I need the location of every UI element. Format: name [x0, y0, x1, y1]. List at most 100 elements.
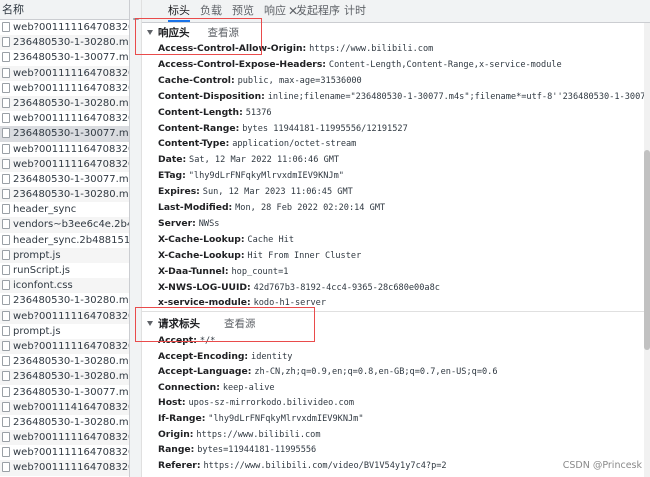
file-icon: [2, 128, 10, 139]
file-icon: [2, 204, 10, 215]
request-name: runScript.js: [13, 265, 70, 276]
tab-headers[interactable]: 标头: [168, 0, 190, 22]
request-row[interactable]: 236480530-1-30077.m4s?e=ig: [0, 50, 129, 65]
request-row[interactable]: vendors~b3ee6c4e.2b488151.: [0, 217, 129, 233]
header-row: Content-Length: 51376: [158, 105, 272, 121]
request-name: 236480530-1-30280.m4s?e=ig: [13, 356, 129, 368]
request-headers-section-header[interactable]: 请求标头 查看源: [142, 315, 650, 334]
header-name: Last-Modified:: [158, 202, 233, 213]
header-name: ETag:: [158, 170, 186, 182]
tab-preview[interactable]: 预览: [232, 0, 254, 22]
request-row[interactable]: 236480530-1-30077.m4s?e=ig: [0, 172, 129, 187]
request-row[interactable]: 236480530-1-30280.m4s?e=ig: [0, 187, 129, 203]
request-row[interactable]: web?00111116470832082331: [0, 460, 129, 476]
request-list: web?00111116470832052651 236480530-1-3028…: [0, 20, 129, 476]
header-value: */*: [199, 336, 216, 346]
detail-scroll-thumb[interactable]: [644, 150, 650, 350]
file-icon: [2, 386, 10, 397]
request-row[interactable]: iconfont.css: [0, 278, 129, 294]
request-row[interactable]: 236480530-1-30280.m4s?e=ig: [0, 95, 129, 112]
tab-initiator[interactable]: 发起程序: [296, 0, 340, 22]
header-row: X-Cache-Lookup: Hit From Inner Cluster: [158, 248, 361, 264]
tab-payload[interactable]: 负载: [200, 0, 222, 22]
request-row[interactable]: web?00111116470832081311: [0, 445, 129, 460]
request-name: 236480530-1-30280.m4s?e=ig: [13, 37, 129, 49]
header-name: Content-Length:: [158, 106, 243, 118]
request-row[interactable]: web?00111116470832060121: [0, 338, 129, 355]
header-name: Range:: [158, 444, 195, 456]
file-icon: [2, 37, 10, 48]
header-row: X-Daa-Tunnel: hop_count=1: [158, 264, 288, 280]
header-value: Cache Hit: [247, 234, 294, 245]
file-icon: [2, 265, 10, 275]
file-icon: [2, 173, 10, 184]
request-row[interactable]: runScript.js: [0, 263, 129, 278]
file-icon: [2, 356, 10, 367]
file-icon: [2, 325, 10, 336]
request-row[interactable]: prompt.js: [0, 324, 129, 339]
request-name: web?00111116470832052651: [13, 22, 129, 33]
request-row[interactable]: web?00111116470832055711: [0, 111, 129, 126]
request-name: prompt.js: [13, 325, 61, 337]
header-value: identity: [251, 351, 293, 362]
request-name: prompt.js: [13, 249, 61, 261]
request-name: web?00111116470832057761: [13, 158, 129, 170]
header-name: If-Range:: [158, 413, 206, 424]
list-scrollbar[interactable]: [130, 0, 142, 477]
response-view-source-link[interactable]: 查看源: [208, 27, 240, 39]
request-row[interactable]: 236480530-1-30280.m4s?e=ig: [0, 369, 129, 385]
header-row: Accept-Language: zh-CN,zh;q=0.9,en;q=0.8…: [158, 364, 498, 380]
header-row: Origin: https://www.bilibili.com: [158, 427, 321, 443]
header-name: Origin:: [158, 428, 194, 440]
header-value: "lhy9dLrFNFqkyMlrvxdmIEV9KNJm": [208, 414, 364, 424]
request-row[interactable]: web?00111116470832052651: [0, 20, 129, 35]
header-name: Connection:: [158, 381, 220, 393]
name-column-header[interactable]: 名称: [0, 0, 129, 20]
header-row: Accept-Encoding: identity: [158, 349, 292, 365]
section-divider: [142, 311, 650, 312]
request-name: 236480530-1-30077.m4s?e=ig: [13, 173, 129, 185]
list-scroll-thumb[interactable]: [133, 18, 139, 20]
expand-triangle-icon[interactable]: [147, 30, 153, 35]
header-row: Access-Control-Expose-Headers: Content-L…: [158, 57, 562, 73]
file-icon: [2, 52, 10, 63]
request-row[interactable]: header_sync: [0, 202, 129, 217]
header-value: 51376: [245, 107, 272, 118]
request-row[interactable]: web?00111116470832080291: [0, 430, 129, 446]
request-row[interactable]: web?00111416470832061141: [0, 399, 129, 415]
header-name: Accept-Language:: [158, 366, 252, 378]
header-value: NWSs: [198, 218, 220, 229]
request-row[interactable]: web?00111116470832056741: [0, 142, 129, 157]
request-row[interactable]: web?00111116470832054691: [0, 81, 129, 96]
request-row[interactable]: 236480530-1-30280.m4s?e=ig: [0, 35, 129, 51]
request-row[interactable]: web?00111116470832058831: [0, 308, 129, 324]
file-icon: [2, 234, 10, 245]
request-row[interactable]: 236480530-1-30280.m4s?e=ig: [0, 354, 129, 369]
tab-timing[interactable]: 计时: [344, 0, 366, 22]
header-value: 42d767b3-8192-4cc4-9365-28c680e00a8c: [253, 282, 440, 293]
request-row[interactable]: 236480530-1-30280.m4s?e=ig: [0, 415, 129, 430]
header-row: Content-Range: bytes 11944181-11995556/1…: [158, 121, 408, 137]
header-row: Server: NWSs: [158, 216, 219, 232]
tab-response[interactable]: 响应: [264, 0, 286, 22]
request-row[interactable]: web?00111116470832053671: [0, 65, 129, 81]
request-row[interactable]: 236480530-1-30077.m4s?e=ig: [0, 385, 129, 400]
expand-triangle-icon[interactable]: [147, 321, 153, 326]
header-value: Sat, 12 Mar 2022 11:06:46 GMT: [189, 155, 340, 166]
request-row[interactable]: 236480530-1-30077.m4s?e=ig: [0, 126, 129, 142]
header-row: Expires: Sun, 12 Mar 2023 11:06:45 GMT: [158, 184, 353, 200]
request-view-source-link[interactable]: 查看源: [224, 318, 256, 330]
request-row[interactable]: prompt.js: [0, 247, 129, 263]
request-name: 236480530-1-30077.m4s?e=ig: [13, 52, 129, 64]
request-row[interactable]: web?00111116470832057761: [0, 156, 129, 172]
header-value: bytes=11944181-11995556: [197, 445, 317, 456]
request-row[interactable]: header_sync.2b488151.js: [0, 233, 129, 248]
file-icon: [2, 158, 10, 169]
request-row[interactable]: 236480530-1-30280.m4s?e=ig: [0, 293, 129, 308]
header-row: Last-Modified: Mon, 28 Feb 2022 02:20:14…: [158, 200, 385, 216]
header-value: Hit From Inner Cluster: [247, 250, 362, 261]
header-name: X-Cache-Lookup:: [158, 233, 245, 245]
header-row: Date: Sat, 12 Mar 2022 11:06:46 GMT: [158, 152, 339, 168]
file-icon: [2, 462, 10, 473]
header-name: Cache-Control:: [158, 74, 235, 86]
